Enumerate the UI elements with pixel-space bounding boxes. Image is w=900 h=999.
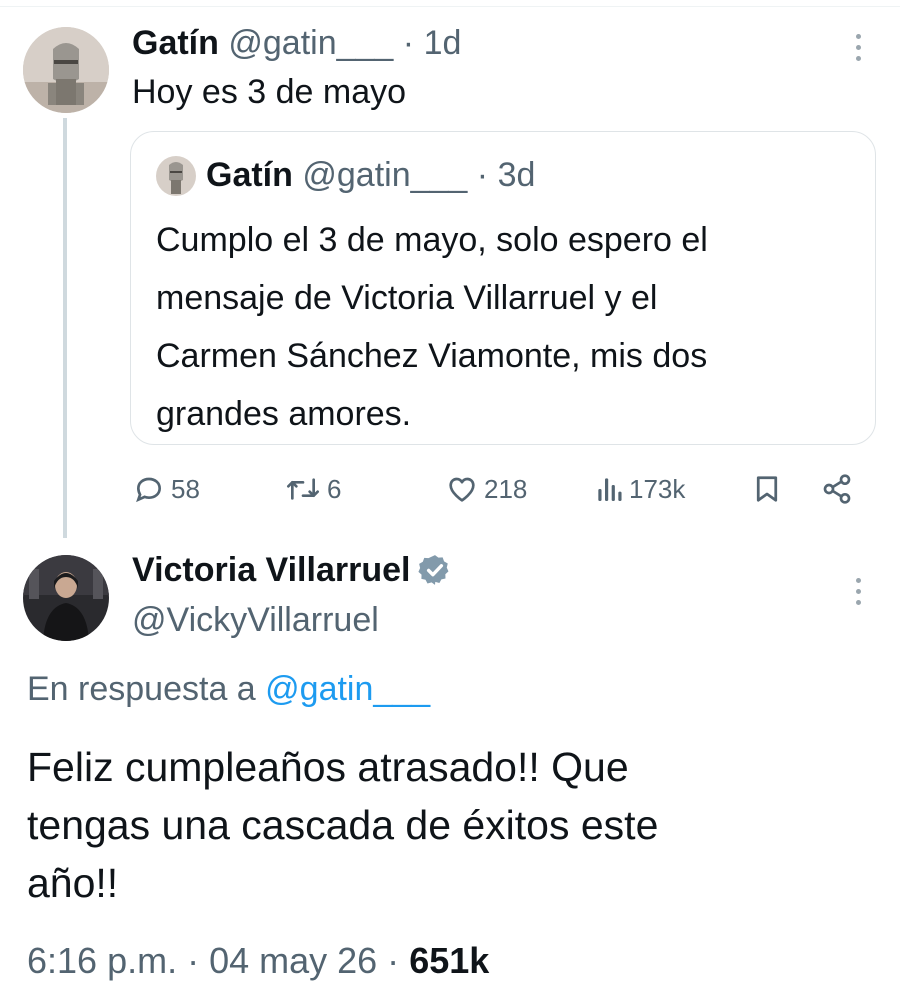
like-button[interactable]: 218 xyxy=(446,473,527,505)
quote-line: Carmen Sánchez Viamonte, mis dos xyxy=(156,337,708,375)
quote-time: · 3d xyxy=(476,156,536,194)
retweet-icon xyxy=(287,478,319,500)
views-count: 173k xyxy=(629,473,686,504)
reply-button[interactable]: 58 xyxy=(133,473,200,505)
views-icon xyxy=(598,478,622,501)
retweet-count: 6 xyxy=(327,473,342,504)
villarruel-avatar[interactable] xyxy=(23,555,109,641)
more-options-icon[interactable] xyxy=(853,578,863,605)
reply-views-count: 651k xyxy=(409,940,490,981)
tweet1-header: Gatín @gatin___ · 1d xyxy=(132,22,461,64)
reply-line: Feliz cumpleaños atrasado!! Que xyxy=(27,744,629,790)
quote-text: Cumplo el 3 de mayo, solo espero el mens… xyxy=(156,211,708,443)
reply-icon xyxy=(136,477,162,503)
author-handle[interactable]: @gatin___ xyxy=(228,24,393,62)
more-options-icon[interactable] xyxy=(853,34,863,61)
views-button[interactable]: 173k xyxy=(595,473,685,505)
retweet-button[interactable]: 6 xyxy=(285,473,341,505)
share-button[interactable] xyxy=(820,473,854,505)
reply-count: 58 xyxy=(171,473,200,504)
quote-line: grandes amores. xyxy=(156,395,412,433)
reply-text: Feliz cumpleaños atrasado!! Que tengas u… xyxy=(27,738,658,912)
gatin-avatar[interactable] xyxy=(23,27,109,113)
author-name[interactable]: Gatín xyxy=(132,24,219,62)
tweet-meta: 6:16 p.m. · 04 may 26 · 651k xyxy=(27,938,489,984)
quote-line: Cumplo el 3 de mayo, solo espero el xyxy=(156,221,708,259)
share-icon xyxy=(823,474,851,504)
like-icon xyxy=(449,477,475,502)
tweet1-text: Hoy es 3 de mayo xyxy=(132,73,407,111)
bookmark-icon xyxy=(756,476,778,502)
bookmark-button[interactable] xyxy=(752,473,782,505)
verified-badge-icon xyxy=(418,555,449,585)
tweet-time[interactable]: · 1d xyxy=(403,24,462,62)
quote-author-handle: @gatin___ xyxy=(302,156,468,194)
thread-line xyxy=(63,118,67,538)
quote-header: Gatín @gatin___ · 3d xyxy=(206,154,535,196)
top-divider xyxy=(0,0,900,7)
like-count: 218 xyxy=(484,473,528,504)
replying-to-handle-link[interactable]: @gatin___ xyxy=(265,670,430,708)
quote-author-name: Gatín xyxy=(206,156,293,194)
gatin-small-avatar xyxy=(156,156,196,196)
reply-author-name[interactable]: Victoria Villarruel xyxy=(132,549,452,591)
replying-to: En respuesta a @gatin___ xyxy=(27,668,430,710)
reply-line: tengas una cascada de éxitos este xyxy=(27,802,659,848)
replying-to-label: En respuesta a xyxy=(27,670,256,708)
reply-author-handle[interactable]: @VickyVillarruel xyxy=(132,599,379,641)
reply-timestamp[interactable]: 6:16 p.m. · 04 may 26 · xyxy=(27,940,399,981)
reply-line: año!! xyxy=(27,860,119,906)
quote-line: mensaje de Victoria Villarruel y el xyxy=(156,279,658,317)
reply-display-name: Victoria Villarruel xyxy=(132,551,411,589)
